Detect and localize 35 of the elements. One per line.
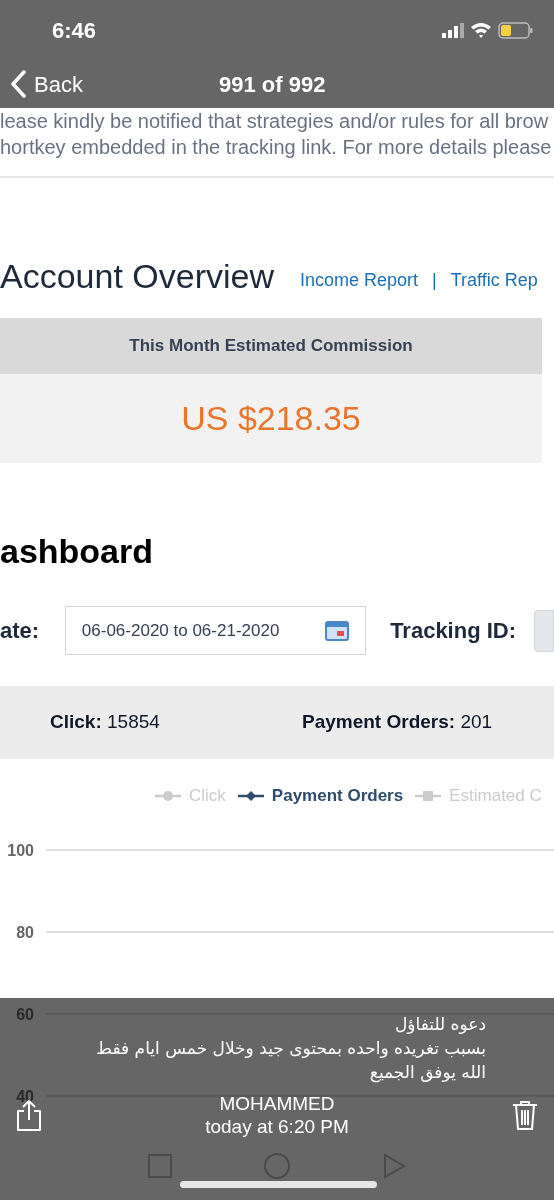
calendar-icon[interactable] (325, 620, 350, 641)
photo-counter: 991 of 992 (219, 70, 326, 99)
wifi-icon (470, 22, 492, 38)
y-axis-label: 100 (7, 842, 34, 859)
page-title: Account Overview (0, 256, 274, 296)
link-separator: | (432, 269, 437, 292)
photo-date: today at 6:20 PM (205, 1115, 349, 1138)
caption-line: الله يوفق الجميع (369, 1061, 486, 1084)
caption-line: بسبب تغريده واحده بمحتوى جيد وخلال خمس ايام فقط (96, 1037, 486, 1060)
status-time: 6:46 (52, 16, 97, 45)
commission-header: This Month Estimated Commission (0, 318, 542, 374)
stat-text: Payment Orders: 201 (302, 710, 493, 735)
delete-icon[interactable] (512, 1100, 538, 1130)
dashboard-title: ashboard (0, 531, 155, 571)
notice-text: lease kindly be notified that strategies and/or rules for all brow (0, 109, 550, 134)
y-axis-label: 60 (16, 1006, 34, 1023)
chevron-left-icon[interactable] (10, 70, 26, 98)
legend-label: Payment Orders (271, 785, 404, 808)
tracking-id-label: Tracking ID: (390, 617, 517, 645)
date-label: ate: (0, 617, 41, 645)
report-link[interactable]: Income Report (300, 267, 419, 294)
signal-icon (442, 22, 464, 38)
y-axis-label: 80 (16, 924, 34, 941)
date-range-field[interactable]: 06-06-2020 to 06-21-2020 (64, 606, 367, 655)
sender-name: MOHAMMED (219, 1092, 335, 1115)
back-button[interactable]: Back (10, 67, 83, 101)
notice-text: hortkey embedded in the tracking link. For more details please (0, 135, 553, 160)
caption-line: دعوه للتفاؤل (394, 1013, 486, 1036)
tracking-id-field[interactable] (534, 609, 554, 652)
battery-icon (498, 21, 534, 39)
report-link[interactable]: Traffic Rep (450, 267, 538, 294)
legend-item[interactable]: Payment Orders (237, 783, 404, 809)
commission-value: US $218.35 (0, 374, 542, 463)
stat-text: Click: 15854 (50, 710, 161, 735)
y-axis-label: 40 (16, 1088, 34, 1105)
